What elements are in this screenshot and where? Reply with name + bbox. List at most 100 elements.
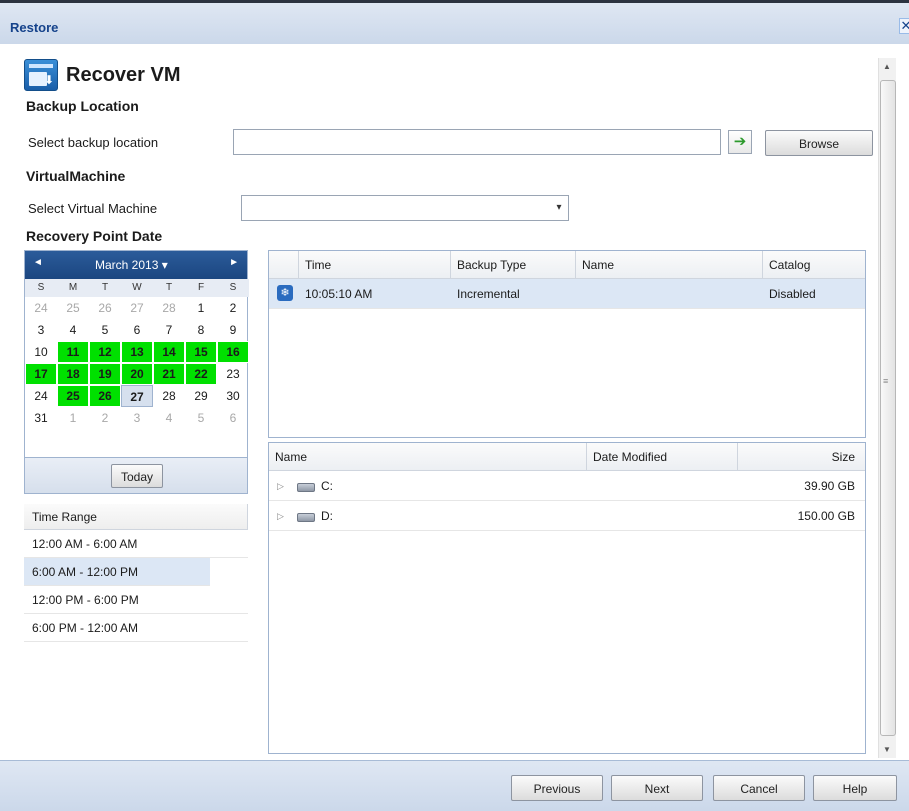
scrollbar-thumb[interactable] bbox=[880, 80, 896, 736]
calendar-day[interactable]: 25 bbox=[57, 297, 89, 319]
vertical-scrollbar[interactable]: ▲ ≡ ▼ bbox=[878, 58, 896, 758]
help-button[interactable]: Help bbox=[813, 775, 897, 801]
calendar-day[interactable]: 27 bbox=[121, 297, 153, 319]
calendar-day[interactable]: 15 bbox=[185, 341, 217, 363]
column-header-date-modified[interactable]: Date Modified bbox=[587, 443, 738, 471]
go-arrow-icon[interactable]: ➔ bbox=[728, 130, 752, 154]
calendar-day[interactable]: 10 bbox=[25, 341, 57, 363]
column-header-volume-name[interactable]: Name bbox=[269, 443, 587, 471]
calendar-day[interactable]: 21 bbox=[153, 363, 185, 385]
table-row[interactable]: ▷ C: 39.90 GB bbox=[269, 471, 865, 501]
column-header-size[interactable]: Size bbox=[738, 443, 865, 471]
weekday-label: W bbox=[121, 279, 153, 297]
time-range-item[interactable]: 12:00 PM - 6:00 PM bbox=[24, 586, 248, 614]
calendar-day[interactable]: 18 bbox=[57, 363, 89, 385]
table-row[interactable]: ▷ D: 150.00 GB bbox=[269, 501, 865, 531]
month-selector[interactable]: March 2013 ▾ bbox=[95, 258, 168, 272]
recovery-points-table: Time Backup Type Name Catalog ❄ 10:05:10… bbox=[268, 250, 866, 438]
weekday-label: S bbox=[25, 279, 57, 297]
close-icon[interactable]: ✕ bbox=[899, 18, 909, 34]
next-month-icon[interactable]: ► bbox=[229, 257, 239, 268]
calendar-day[interactable]: 11 bbox=[57, 341, 89, 363]
column-header-catalog[interactable]: Catalog bbox=[763, 251, 865, 279]
time-range-item[interactable]: 6:00 PM - 12:00 AM bbox=[24, 614, 248, 642]
calendar-day[interactable]: 3 bbox=[121, 407, 153, 429]
next-button[interactable]: Next bbox=[611, 775, 703, 801]
calendar-day[interactable]: 20 bbox=[121, 363, 153, 385]
page-title: Recover VM bbox=[66, 63, 181, 86]
time-range-header: Time Range bbox=[24, 504, 248, 530]
row-volume-name: C: bbox=[321, 479, 333, 493]
chevron-down-icon[interactable]: ▾ bbox=[550, 196, 568, 220]
scroll-down-icon[interactable]: ▼ bbox=[883, 745, 891, 754]
calendar-day[interactable]: 19 bbox=[89, 363, 121, 385]
cancel-button[interactable]: Cancel bbox=[713, 775, 805, 801]
calendar-day[interactable]: 24 bbox=[25, 297, 57, 319]
calendar-day[interactable]: 24 bbox=[25, 385, 57, 407]
dialog-title-bar: Restore ✕ bbox=[0, 0, 909, 44]
time-range-item[interactable]: 12:00 AM - 6:00 AM bbox=[24, 530, 248, 558]
page-header: ⬇ Recover VM bbox=[24, 58, 181, 92]
calendar-day[interactable]: 5 bbox=[89, 319, 121, 341]
calendar-day[interactable]: 14 bbox=[153, 341, 185, 363]
calendar-day[interactable]: 3 bbox=[25, 319, 57, 341]
expand-icon[interactable]: ▷ bbox=[277, 471, 284, 501]
calendar-day[interactable]: 5 bbox=[185, 407, 217, 429]
drive-icon bbox=[297, 513, 315, 522]
column-header-name[interactable]: Name bbox=[576, 251, 763, 279]
scroll-grip-icon: ≡ bbox=[883, 376, 889, 386]
dialog-footer: Previous Next Cancel Help bbox=[0, 760, 909, 811]
calendar-day[interactable]: 28 bbox=[153, 385, 185, 407]
calendar-day[interactable]: 9 bbox=[217, 319, 249, 341]
calendar-day[interactable]: 6 bbox=[217, 407, 249, 429]
calendar-day[interactable]: 2 bbox=[217, 297, 249, 319]
time-range-item[interactable]: 6:00 AM - 12:00 PM bbox=[24, 558, 210, 586]
calendar-day[interactable]: 22 bbox=[185, 363, 217, 385]
calendar-day[interactable]: 4 bbox=[57, 319, 89, 341]
snapshot-icon: ❄ bbox=[277, 285, 293, 301]
calendar-day[interactable]: 30 bbox=[217, 385, 249, 407]
previous-button[interactable]: Previous bbox=[511, 775, 603, 801]
calendar-day[interactable]: 28 bbox=[153, 297, 185, 319]
weekday-label: T bbox=[153, 279, 185, 297]
calendar-day[interactable]: 23 bbox=[217, 363, 249, 385]
calendar-grid: S M T W T F S 24 25 26 27 28 1 2 3 4 5 6 7 8 9 10 11 12 13 14 15 16… bbox=[25, 279, 249, 429]
calendar-day[interactable]: 16 bbox=[217, 341, 249, 363]
calendar-day[interactable]: 26 bbox=[89, 297, 121, 319]
calendar-day[interactable]: 12 bbox=[89, 341, 121, 363]
calendar-day[interactable]: 2 bbox=[89, 407, 121, 429]
calendar-footer: Today bbox=[25, 457, 247, 493]
table-row[interactable]: ❄ 10:05:10 AM Incremental Disabled bbox=[269, 279, 865, 309]
today-button[interactable]: Today bbox=[111, 464, 163, 488]
calendar-day[interactable]: 8 bbox=[185, 319, 217, 341]
calendar-day[interactable]: 17 bbox=[25, 363, 57, 385]
calendar-day[interactable]: 4 bbox=[153, 407, 185, 429]
calendar-day[interactable]: 31 bbox=[25, 407, 57, 429]
browse-button[interactable]: Browse bbox=[765, 130, 873, 156]
calendar-day[interactable]: 29 bbox=[185, 385, 217, 407]
virtual-machine-select[interactable] bbox=[241, 195, 569, 221]
row-time: 10:05:10 AM bbox=[305, 287, 373, 301]
virtual-machine-heading: VirtualMachine bbox=[26, 168, 126, 184]
prev-month-icon[interactable]: ◄ bbox=[33, 257, 43, 268]
calendar-day[interactable]: 1 bbox=[57, 407, 89, 429]
scroll-up-icon[interactable]: ▲ bbox=[883, 62, 891, 71]
calendar-day[interactable]: 25 bbox=[57, 385, 89, 407]
calendar-day[interactable]: 7 bbox=[153, 319, 185, 341]
column-header-time[interactable]: Time bbox=[299, 251, 451, 279]
drive-icon bbox=[297, 483, 315, 492]
row-size: 39.90 GB bbox=[804, 479, 855, 493]
expand-icon[interactable]: ▷ bbox=[277, 501, 284, 531]
calendar-day[interactable]: 1 bbox=[185, 297, 217, 319]
calendar-day-selected[interactable]: 27 bbox=[121, 385, 153, 407]
icon-column-header bbox=[269, 251, 299, 279]
column-header-backup-type[interactable]: Backup Type bbox=[451, 251, 576, 279]
weekday-label: F bbox=[185, 279, 217, 297]
weekday-label: M bbox=[57, 279, 89, 297]
calendar-day[interactable]: 26 bbox=[89, 385, 121, 407]
backup-location-input[interactable] bbox=[233, 129, 721, 155]
calendar-day[interactable]: 13 bbox=[121, 341, 153, 363]
calendar-day[interactable]: 6 bbox=[121, 319, 153, 341]
recovery-points-header: Time Backup Type Name Catalog bbox=[269, 251, 865, 279]
dialog-title: Restore bbox=[10, 20, 59, 35]
